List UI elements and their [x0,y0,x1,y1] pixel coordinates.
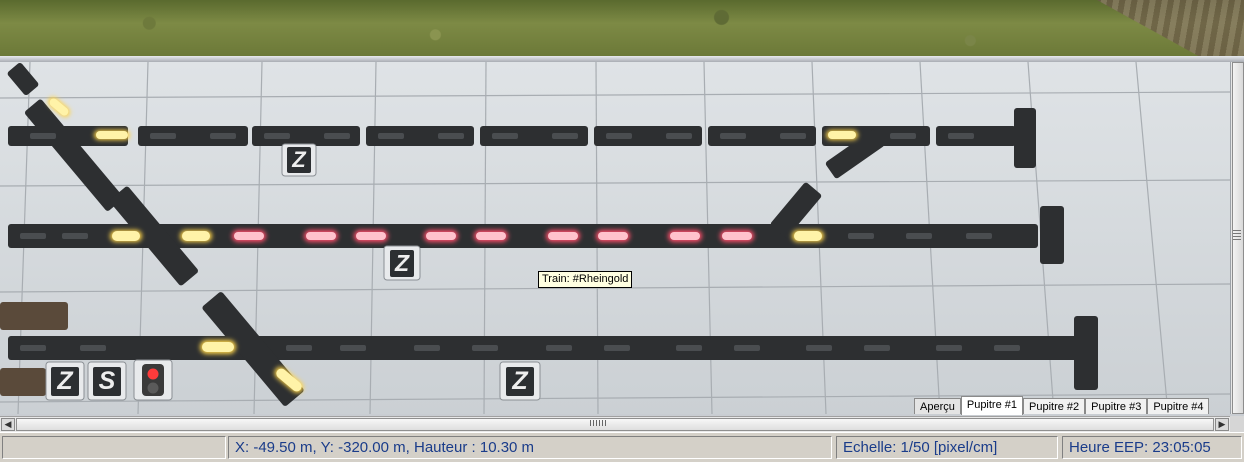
tab-pupitre-1[interactable]: Pupitre #1 [960,396,1024,415]
z-button[interactable]: Z [384,246,420,280]
scroll-left-icon[interactable]: ◀ [1,418,15,431]
scroll-right-icon[interactable]: ▶ [1215,418,1229,431]
signal-button[interactable] [134,360,172,400]
horizontal-scrollbar[interactable]: ◀ ▶ [0,416,1230,432]
grip-icon [1233,230,1241,242]
status-bar: X: -49.50 m, Y: -320.00 m, Hauteur : 10.… [0,432,1244,462]
train-tooltip: Train: #Rheingold [538,271,633,288]
tab-pupitre-4[interactable]: Pupitre #4 [1147,398,1210,414]
eep-viewport: Z Z Z Z S Train: #Rheingold Aperçu Pupit… [0,0,1244,462]
z-button-label: Z [506,366,534,396]
vertical-scrollbar[interactable] [1230,62,1244,414]
status-time: Heure EEP: 23:05:05 [1062,436,1242,459]
horizontal-scroll-thumb[interactable] [16,418,1214,431]
z-button-label: Z [51,366,79,396]
occupied-lamps [232,230,754,242]
status-scale: Echelle: 1/50 [pixel/cm] [836,436,1058,459]
status-cell-empty [2,436,226,459]
status-coords: X: -49.50 m, Y: -320.00 m, Hauteur : 10.… [228,436,832,459]
z-button[interactable]: Z [46,362,84,400]
z-button-label: Z [287,147,311,173]
z-button[interactable]: Z [282,144,316,176]
tab-pupitre-2[interactable]: Pupitre #2 [1023,398,1086,414]
s-button-label: S [92,366,122,396]
s-button[interactable]: S [88,362,126,400]
control-desk-board[interactable]: Z Z Z Z S [0,62,1230,414]
brown-block [0,302,68,330]
grip-icon [590,420,606,426]
track-diagram [0,62,1230,414]
landscape-background [0,0,1244,58]
z-button-label: Z [389,249,415,277]
z-button[interactable]: Z [500,362,540,400]
brown-block [0,368,46,396]
tab-pupitre-3[interactable]: Pupitre #3 [1085,398,1148,414]
desk-tabs: Aperçu Pupitre #1 Pupitre #2 Pupitre #3 … [914,396,1210,416]
scroll-corner [1230,416,1244,432]
tab-apercu[interactable]: Aperçu [914,398,961,414]
